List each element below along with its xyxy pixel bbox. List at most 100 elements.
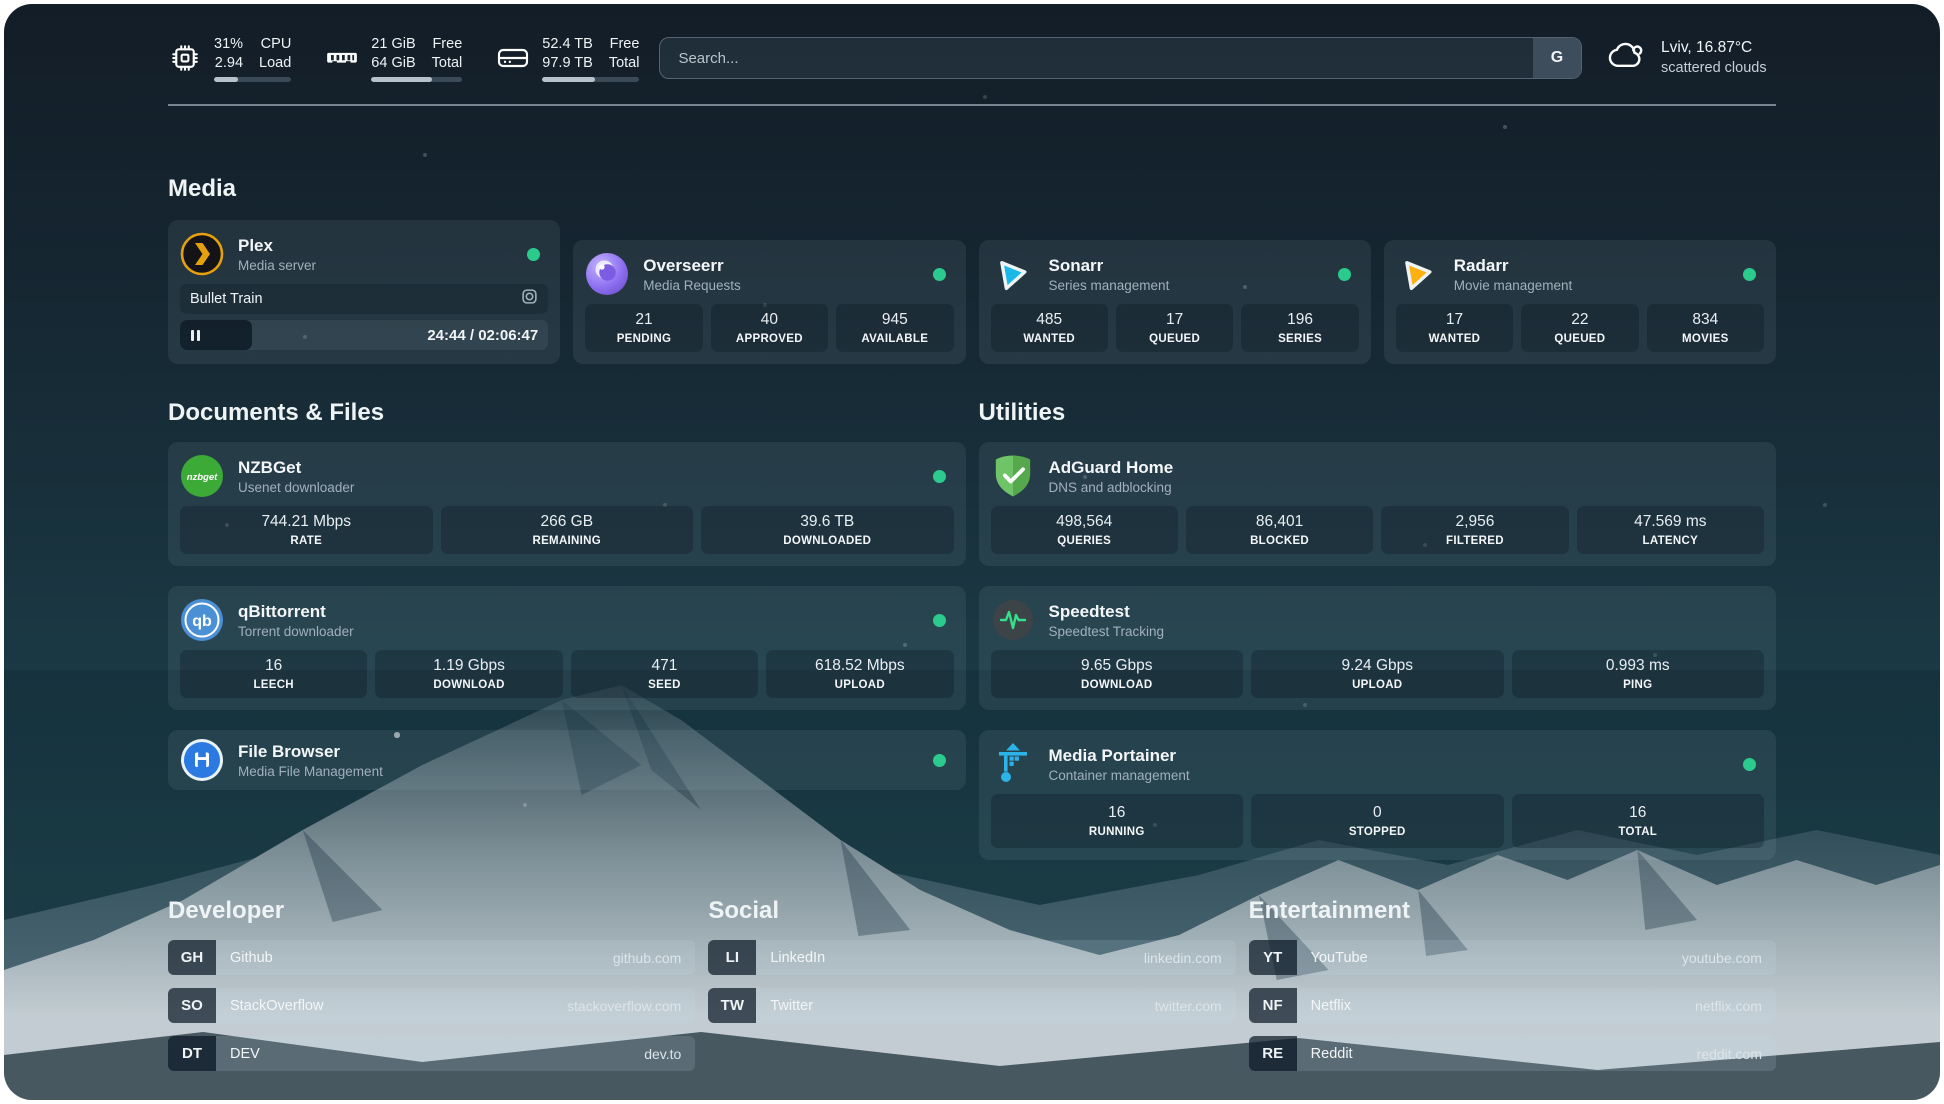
bookmark-abbr: YT <box>1249 940 1297 975</box>
bookmark-reddit[interactable]: RE Reddit reddit.com <box>1249 1036 1776 1071</box>
bookmark-name: DEV <box>230 1046 634 1062</box>
service-subtitle: Series management <box>1049 277 1324 295</box>
stat-block: 834 MOVIES <box>1647 304 1764 352</box>
stat-block: 16 TOTAL <box>1512 794 1765 848</box>
plex-card[interactable]: Plex Media server Bullet Train <box>168 220 560 364</box>
stat-block: 22 QUEUED <box>1521 304 1638 352</box>
stat-block: 618.52 Mbps UPLOAD <box>766 650 953 698</box>
bookmark-name: StackOverflow <box>230 998 557 1014</box>
stat-value: 266 GB <box>443 511 692 533</box>
plex-now-playing-row: Bullet Train <box>180 284 548 314</box>
bookmark-url: github.com <box>613 950 681 966</box>
svg-text:nzbget: nzbget <box>187 472 218 483</box>
service-title: Media Portainer <box>1049 744 1730 767</box>
adguard-card[interactable]: AdGuard Home DNS and adblocking 498,564 … <box>979 442 1777 566</box>
plex-playback-progress: 24:44 / 02:06:47 <box>180 320 548 350</box>
stat-block: 86,401 BLOCKED <box>1186 506 1373 554</box>
stat-block: 47.569 ms LATENCY <box>1577 506 1764 554</box>
nzbget-card[interactable]: nzbget NZBGet Usenet downloader 744.21 M… <box>168 442 966 566</box>
stat-label: PENDING <box>587 331 700 347</box>
resource-widgets: 31% 2.94 CPU Load <box>168 35 639 82</box>
bookmark-abbr: SO <box>168 988 216 1023</box>
stat-label: FILTERED <box>1383 533 1566 549</box>
qbittorrent-card[interactable]: qb qBittorrent Torrent downloader 16 LEE… <box>168 586 966 710</box>
section-title-utilities: Utilities <box>979 398 1777 428</box>
status-dot <box>1743 268 1756 281</box>
stat-value: 834 <box>1649 309 1762 331</box>
bookmark-url: dev.to <box>644 1046 681 1062</box>
bookmark-linkedin[interactable]: LI LinkedIn linkedin.com <box>708 940 1235 975</box>
qbittorrent-icon: qb <box>180 598 224 642</box>
stat-label: QUEUED <box>1118 331 1231 347</box>
service-subtitle: Container management <box>1049 767 1730 785</box>
bookmark-url: reddit.com <box>1697 1046 1762 1062</box>
stat-value: 744.21 Mbps <box>182 511 431 533</box>
service-subtitle: Usenet downloader <box>238 479 919 497</box>
status-dot <box>1338 268 1351 281</box>
bookmark-url: twitter.com <box>1155 998 1222 1014</box>
service-title: Sonarr <box>1049 254 1324 277</box>
stat-block: 498,564 QUERIES <box>991 506 1178 554</box>
bookmark-stackoverflow[interactable]: SO StackOverflow stackoverflow.com <box>168 988 695 1023</box>
sonarr-card[interactable]: Sonarr Series management 485 WANTED 17 Q… <box>979 240 1371 364</box>
stat-value: 196 <box>1243 309 1356 331</box>
service-subtitle: Media File Management <box>238 763 919 781</box>
search-input[interactable] <box>660 38 1533 78</box>
service-title: Overseerr <box>643 254 918 277</box>
cpu-load-label: Load <box>259 54 291 73</box>
bookmark-url: linkedin.com <box>1144 950 1222 966</box>
bookmark-name: Github <box>230 950 603 966</box>
bookmark-name: LinkedIn <box>770 950 1134 966</box>
stat-value: 47.569 ms <box>1579 511 1762 533</box>
stat-label: REMAINING <box>443 533 692 549</box>
stat-value: 16 <box>182 655 365 677</box>
bookmark-netflix[interactable]: NF Netflix netflix.com <box>1249 988 1776 1023</box>
stat-value: 471 <box>573 655 756 677</box>
media-cards-row: Plex Media server Bullet Train <box>168 220 1776 364</box>
bookmark-abbr: NF <box>1249 988 1297 1023</box>
stat-value: 0 <box>1253 802 1502 824</box>
pause-icon <box>191 330 200 341</box>
stat-block: 196 SERIES <box>1241 304 1358 352</box>
radarr-card[interactable]: Radarr Movie management 17 WANTED 22 QUE… <box>1384 240 1776 364</box>
cpu-icon <box>168 43 202 73</box>
filebrowser-icon <box>180 738 224 782</box>
bookmark-github[interactable]: GH Github github.com <box>168 940 695 975</box>
bookmark-abbr: DT <box>168 1036 216 1071</box>
bookmark-dev[interactable]: DT DEV dev.to <box>168 1036 695 1071</box>
bookmark-youtube[interactable]: YT YouTube youtube.com <box>1249 940 1776 975</box>
bookmark-url: netflix.com <box>1695 998 1762 1014</box>
search-provider-button[interactable]: G <box>1533 38 1581 78</box>
service-subtitle: Torrent downloader <box>238 623 919 641</box>
stat-label: SEED <box>573 677 756 693</box>
bookmark-name: YouTube <box>1311 950 1672 966</box>
stat-label: RATE <box>182 533 431 549</box>
status-dot <box>527 248 540 261</box>
stat-value: 17 <box>1398 309 1511 331</box>
filebrowser-card[interactable]: File Browser Media File Management <box>168 730 966 790</box>
stat-block: 266 GB REMAINING <box>441 506 694 554</box>
section-title-entertainment: Entertainment <box>1249 896 1776 926</box>
bookmark-group-developer: Developer GH Github github.com SO StackO… <box>168 896 695 1084</box>
bookmark-twitter[interactable]: TW Twitter twitter.com <box>708 988 1235 1023</box>
adguard-shield-icon <box>991 454 1035 498</box>
portainer-card[interactable]: Media Portainer Container management 16 … <box>979 730 1777 860</box>
stat-label: QUEUED <box>1523 331 1636 347</box>
stat-label: SERIES <box>1243 331 1356 347</box>
stat-value: 16 <box>993 802 1242 824</box>
disk-total-label: Total <box>609 54 640 73</box>
overseerr-icon <box>585 252 629 296</box>
overseerr-card[interactable]: Overseerr Media Requests 21 PENDING 40 A… <box>573 240 965 364</box>
speedtest-card[interactable]: Speedtest Speedtest Tracking 9.65 Gbps D… <box>979 586 1777 710</box>
stat-block: 2,956 FILTERED <box>1381 506 1568 554</box>
stat-value: 22 <box>1523 309 1636 331</box>
weather-widget: Lviv, 16.87°C scattered clouds <box>1606 38 1776 78</box>
section-title-developer: Developer <box>168 896 695 926</box>
stat-label: WANTED <box>993 331 1106 347</box>
stat-label: WANTED <box>1398 331 1511 347</box>
status-dot <box>933 470 946 483</box>
bookmark-name: Netflix <box>1311 998 1685 1014</box>
stat-label: PING <box>1514 677 1763 693</box>
memory-progress-bar <box>371 77 462 82</box>
stat-block: 16 LEECH <box>180 650 367 698</box>
